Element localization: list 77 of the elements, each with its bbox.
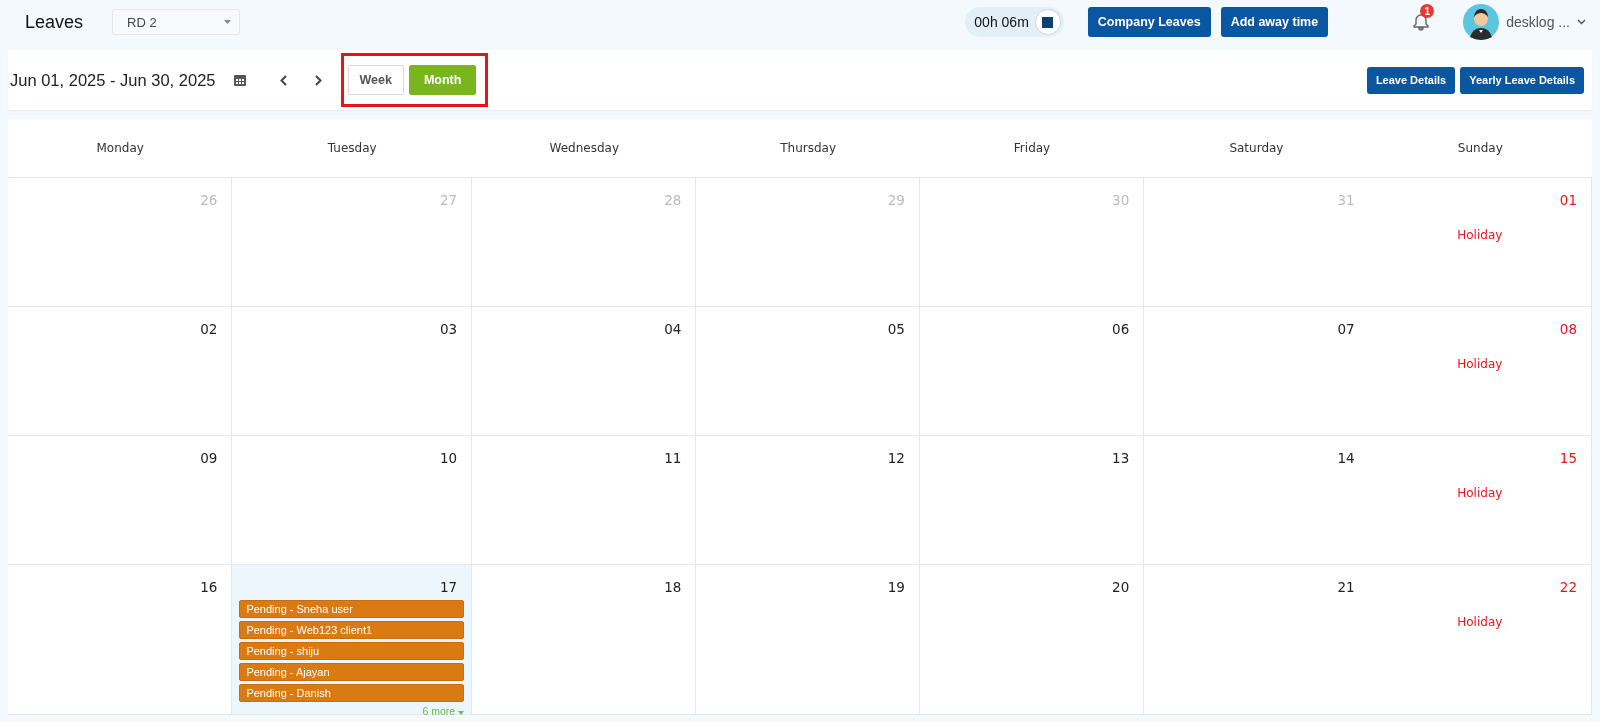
avatar-icon[interactable] <box>1463 4 1500 40</box>
day-cell[interactable]: 01 Holiday <box>1368 178 1592 307</box>
day-number: 08 <box>1559 321 1577 337</box>
weekday-header: Sunday <box>1457 141 1503 155</box>
day-number: 16 <box>200 579 218 595</box>
holiday-label: Holiday <box>1457 228 1503 242</box>
day-number: 14 <box>1337 450 1355 466</box>
day-cell[interactable]: 15 Holiday <box>1368 436 1592 565</box>
day-number: 21 <box>1337 579 1355 595</box>
day-number: 22 <box>1559 579 1577 595</box>
day-number: 04 <box>664 321 682 337</box>
holiday-label: Holiday <box>1457 615 1503 629</box>
holiday-label: Holiday <box>1457 486 1503 500</box>
day-cell[interactable]: 02 <box>8 307 233 436</box>
day-cell[interactable]: 22 Holiday <box>1368 565 1592 715</box>
day-number: 30 <box>1112 192 1130 208</box>
day-number: 10 <box>439 450 458 466</box>
day-cell[interactable]: 04 <box>472 307 697 436</box>
action-button[interactable]: Leave Details <box>1366 66 1456 94</box>
caret-icon <box>224 20 231 24</box>
day-number: 26 <box>200 192 218 208</box>
action-button[interactable]: Yearly Leave Details <box>1460 66 1584 94</box>
day-cell[interactable]: 11 <box>472 436 697 565</box>
day-number: 09 <box>200 450 218 466</box>
day-number: 06 <box>1112 321 1130 337</box>
holiday-label: Holiday <box>1457 357 1503 371</box>
day-number: 03 <box>439 321 458 337</box>
day-cell[interactable]: 08 Holiday <box>1368 307 1592 436</box>
timer-pill: 00h 06m <box>965 7 1064 37</box>
day-number: 05 <box>887 321 905 337</box>
weekday-header: Wednesday <box>549 141 619 155</box>
day-cell[interactable]: 16 <box>8 565 233 715</box>
chevron-left-icon[interactable] <box>279 74 287 86</box>
stop-button[interactable] <box>1034 9 1061 35</box>
day-number: 20 <box>1112 579 1130 595</box>
date-range: Jun 01, 2025 - Jun 30, 2025 <box>10 70 216 90</box>
day-cell[interactable]: 13 <box>919 436 1145 565</box>
weekday-header: Saturday <box>1229 141 1284 155</box>
day-number: 31 <box>1337 192 1355 208</box>
day-cell[interactable]: 06 <box>919 307 1145 436</box>
day-number: 11 <box>664 450 682 466</box>
calendar-icon[interactable] <box>233 74 246 86</box>
day-number: 17 <box>439 579 458 595</box>
view-tab[interactable]: Week <box>347 65 404 95</box>
weekday-header: Monday <box>96 141 144 155</box>
weekday-header: Thursday <box>780 141 837 155</box>
header-button[interactable]: Company Leaves <box>1087 7 1211 37</box>
day-number: 28 <box>664 192 682 208</box>
user-name[interactable]: desklog ... <box>1506 14 1570 30</box>
day-cell[interactable]: 10 <box>232 436 473 565</box>
day-number: 01 <box>1559 192 1577 208</box>
day-number: 15 <box>1559 450 1577 466</box>
weekday-header: Tuesday <box>327 141 377 155</box>
day-cell[interactable]: 05 <box>696 307 920 436</box>
day-number: 13 <box>1112 450 1130 466</box>
day-number: 07 <box>1337 321 1355 337</box>
bell-icon[interactable] <box>1413 13 1430 31</box>
weekday-header: Friday <box>1013 141 1051 155</box>
day-number: 02 <box>200 321 218 337</box>
chevron-down-icon[interactable] <box>1577 19 1586 25</box>
notification-badge: 1 <box>1420 4 1435 18</box>
day-cell[interactable]: 18 <box>472 565 697 715</box>
day-number: 29 <box>887 192 905 208</box>
header-button[interactable]: Add away time <box>1220 7 1329 37</box>
day-cell[interactable]: 19 <box>696 565 920 715</box>
day-number: 12 <box>887 450 905 466</box>
day-number: 18 <box>664 579 682 595</box>
team-select[interactable]: RD 2 <box>112 9 240 35</box>
day-cell[interactable]: 09 <box>8 436 233 565</box>
day-number: 19 <box>887 579 905 595</box>
day-cell[interactable]: 03 <box>232 307 473 436</box>
day-number: 27 <box>439 192 458 208</box>
page-title: Leaves <box>25 11 85 33</box>
caret-icon <box>458 711 465 715</box>
day-cell[interactable]: 12 <box>696 436 920 565</box>
chevron-right-icon[interactable] <box>314 74 322 86</box>
day-cell[interactable]: 20 <box>919 565 1145 715</box>
